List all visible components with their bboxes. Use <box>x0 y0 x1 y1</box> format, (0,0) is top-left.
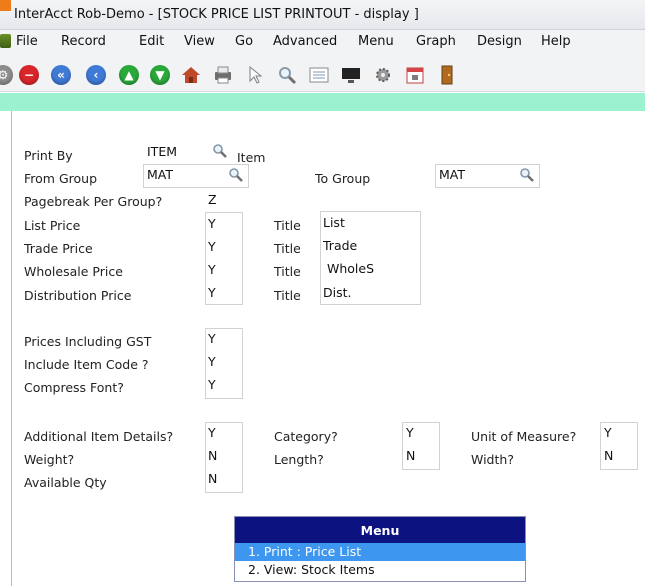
menu-record[interactable]: Record <box>61 34 106 49</box>
previous-record-icon[interactable]: ‹ <box>85 64 107 86</box>
distribution-price-title-label: Title <box>274 288 301 303</box>
to-group-value: MAT <box>439 167 466 182</box>
app-logo-icon <box>0 0 11 11</box>
menu-design[interactable]: Design <box>477 34 522 49</box>
length-label: Length? <box>274 452 324 467</box>
distribution-price-title-value[interactable]: Dist. <box>323 285 352 300</box>
list-price-label: List Price <box>24 218 81 233</box>
exit-door-icon[interactable] <box>436 64 458 86</box>
list-price-value[interactable]: Y <box>208 216 216 231</box>
wholesale-price-value[interactable]: Y <box>208 262 216 277</box>
additional-details-label: Additional Item Details? <box>24 429 174 444</box>
trade-price-label: Trade Price <box>24 241 93 256</box>
menu-option-view-stock-items[interactable]: 2. View: Stock Items <box>235 561 525 579</box>
compress-font-label: Compress Font? <box>24 380 124 395</box>
weight-label: Weight? <box>24 452 75 467</box>
trade-price-title-label: Title <box>274 241 301 256</box>
category-label: Category? <box>274 429 338 444</box>
calendar-icon[interactable] <box>404 64 426 86</box>
toolbar: ⚙ − « ‹ ▲ ▼ <box>0 54 645 92</box>
print-by-label: Print By <box>24 148 73 163</box>
first-record-icon[interactable]: « <box>50 64 72 86</box>
app-menu-icon[interactable] <box>0 34 11 48</box>
home-icon[interactable] <box>180 64 202 86</box>
menu-graph[interactable]: Graph <box>416 34 456 49</box>
print-by-value: ITEM <box>147 144 178 159</box>
accent-bar <box>0 93 645 111</box>
prices-incl-gst-label: Prices Including GST <box>24 334 152 349</box>
trade-price-title-value[interactable]: Trade <box>323 238 357 253</box>
search-icon[interactable] <box>276 64 298 86</box>
compress-font-value[interactable]: Y <box>208 377 216 392</box>
unit-of-measure-value[interactable]: Y <box>604 425 612 440</box>
category-value[interactable]: Y <box>406 425 414 440</box>
menu-bar: File Record Edit View Go Advanced Menu G… <box>0 30 645 54</box>
menu-file[interactable]: File <box>16 34 38 49</box>
wholesale-price-title-value[interactable]: WholeS <box>323 261 374 276</box>
pointer-icon[interactable] <box>244 64 266 86</box>
width-value[interactable]: N <box>604 448 613 463</box>
to-group-lookup-icon[interactable] <box>519 167 535 183</box>
print-icon[interactable] <box>212 64 234 86</box>
menu-view[interactable]: View <box>184 34 215 49</box>
from-group-lookup-icon[interactable] <box>228 167 244 183</box>
to-group-label: To Group <box>315 171 371 186</box>
window-title: InterAcct Rob-Demo - [STOCK PRICE LIST P… <box>14 7 419 22</box>
pagebreak-value[interactable]: Z <box>208 192 217 207</box>
menu-help[interactable]: Help <box>541 34 571 49</box>
stop-icon[interactable]: − <box>18 64 40 86</box>
pagebreak-label: Pagebreak Per Group? <box>24 194 163 209</box>
unit-of-measure-label: Unit of Measure? <box>471 429 577 444</box>
length-value[interactable]: N <box>406 448 415 463</box>
wholesale-price-label: Wholesale Price <box>24 264 123 279</box>
menu-edit[interactable]: Edit <box>139 34 164 49</box>
additional-details-value[interactable]: Y <box>208 425 216 440</box>
include-item-code-label: Include Item Code ? <box>24 357 149 372</box>
list-price-title-label: Title <box>274 218 301 233</box>
trade-price-value[interactable]: Y <box>208 239 216 254</box>
menu-advanced[interactable]: Advanced <box>273 34 337 49</box>
print-by-suffix: Item <box>237 150 266 165</box>
prices-incl-gst-value[interactable]: Y <box>208 331 216 346</box>
distribution-price-value[interactable]: Y <box>208 285 216 300</box>
monitor-icon[interactable] <box>340 64 362 86</box>
last-record-icon[interactable]: ▼ <box>149 64 171 86</box>
settings-icon[interactable]: ⚙ <box>0 64 14 86</box>
width-label: Width? <box>471 452 514 467</box>
weight-value[interactable]: N <box>208 448 217 463</box>
menu-menu[interactable]: Menu <box>358 34 394 49</box>
gear-icon[interactable] <box>372 64 394 86</box>
wholesale-price-title-label: Title <box>274 264 301 279</box>
menu-option-print-price-list[interactable]: 1. Print : Price List <box>235 543 525 561</box>
action-menu-header: Menu <box>235 517 525 543</box>
distribution-price-label: Distribution Price <box>24 288 132 303</box>
menu-go[interactable]: Go <box>235 34 253 49</box>
from-group-value: MAT <box>147 167 174 182</box>
next-record-icon[interactable]: ▲ <box>118 64 140 86</box>
title-bar: InterAcct Rob-Demo - [STOCK PRICE LIST P… <box>0 0 645 30</box>
available-qty-label: Available Qty <box>24 475 107 490</box>
available-qty-value[interactable]: N <box>208 471 217 486</box>
list-price-title-value[interactable]: List <box>323 215 345 230</box>
include-item-code-value[interactable]: Y <box>208 354 216 369</box>
from-group-label: From Group <box>24 171 97 186</box>
print-by-lookup-icon[interactable] <box>212 143 228 159</box>
action-menu: Menu 1. Print : Price List 2. View: Stoc… <box>234 516 526 582</box>
list-icon[interactable] <box>308 64 330 86</box>
